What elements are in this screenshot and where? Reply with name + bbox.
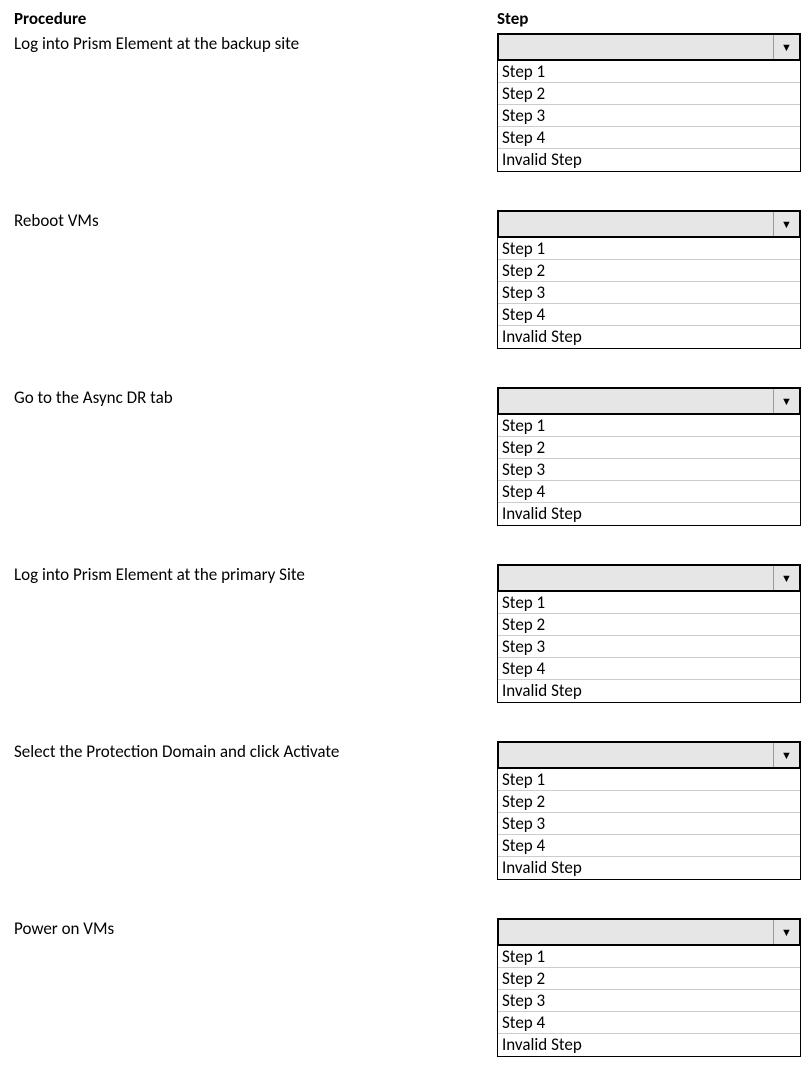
- dropdown-header[interactable]: ▼: [497, 210, 801, 238]
- dropdown-header[interactable]: ▼: [497, 741, 801, 769]
- dropdown-option[interactable]: Step 4: [498, 481, 800, 503]
- dropdown-option[interactable]: Step 2: [498, 260, 800, 282]
- dropdown-option[interactable]: Step 2: [498, 83, 800, 105]
- chevron-down-icon[interactable]: ▼: [773, 212, 799, 236]
- dropdown-option[interactable]: Step 2: [498, 968, 800, 990]
- dropdown-option[interactable]: Step 1: [498, 592, 800, 614]
- procedure-label: Log into Prism Element at the backup sit…: [14, 31, 497, 208]
- step-dropdown[interactable]: ▼Step 1Step 2Step 3Step 4Invalid Step: [497, 33, 801, 172]
- dropdown-header[interactable]: ▼: [497, 918, 801, 946]
- dropdown-selected-value: [499, 566, 773, 590]
- dropdown-option[interactable]: Step 4: [498, 658, 800, 680]
- procedure-label: Go to the Async DR tab: [14, 385, 497, 562]
- dropdown-option[interactable]: Invalid Step: [498, 149, 800, 171]
- dropdown-option-list: Step 1Step 2Step 3Step 4Invalid Step: [497, 946, 801, 1057]
- dropdown-option[interactable]: Step 3: [498, 636, 800, 658]
- procedure-label: Log into Prism Element at the primary Si…: [14, 562, 497, 739]
- dropdown-selected-value: [499, 389, 773, 413]
- dropdown-option-list: Step 1Step 2Step 3Step 4Invalid Step: [497, 238, 801, 349]
- step-cell: ▼Step 1Step 2Step 3Step 4Invalid Step: [497, 916, 801, 1065]
- dropdown-option[interactable]: Invalid Step: [498, 503, 800, 525]
- dropdown-selected-value: [499, 920, 773, 944]
- dropdown-option-list: Step 1Step 2Step 3Step 4Invalid Step: [497, 769, 801, 880]
- dropdown-option[interactable]: Invalid Step: [498, 857, 800, 879]
- dropdown-header[interactable]: ▼: [497, 387, 801, 415]
- step-dropdown[interactable]: ▼Step 1Step 2Step 3Step 4Invalid Step: [497, 387, 801, 526]
- dropdown-selected-value: [499, 212, 773, 236]
- dropdown-option[interactable]: Invalid Step: [498, 1034, 800, 1056]
- dropdown-option[interactable]: Invalid Step: [498, 326, 800, 348]
- procedure-label: Reboot VMs: [14, 208, 497, 385]
- procedure-label: Select the Protection Domain and click A…: [14, 739, 497, 916]
- step-cell: ▼Step 1Step 2Step 3Step 4Invalid Step: [497, 208, 801, 385]
- step-cell: ▼Step 1Step 2Step 3Step 4Invalid Step: [497, 562, 801, 739]
- step-cell: ▼Step 1Step 2Step 3Step 4Invalid Step: [497, 739, 801, 916]
- step-cell: ▼Step 1Step 2Step 3Step 4Invalid Step: [497, 31, 801, 208]
- chevron-down-icon[interactable]: ▼: [773, 389, 799, 413]
- dropdown-option[interactable]: Step 1: [498, 769, 800, 791]
- dropdown-option[interactable]: Step 1: [498, 946, 800, 968]
- step-dropdown[interactable]: ▼Step 1Step 2Step 3Step 4Invalid Step: [497, 210, 801, 349]
- dropdown-option-list: Step 1Step 2Step 3Step 4Invalid Step: [497, 415, 801, 526]
- step-dropdown[interactable]: ▼Step 1Step 2Step 3Step 4Invalid Step: [497, 918, 801, 1057]
- step-dropdown[interactable]: ▼Step 1Step 2Step 3Step 4Invalid Step: [497, 741, 801, 880]
- chevron-down-icon[interactable]: ▼: [773, 920, 799, 944]
- dropdown-option[interactable]: Invalid Step: [498, 680, 800, 702]
- dropdown-selected-value: [499, 35, 773, 59]
- dropdown-option[interactable]: Step 4: [498, 127, 800, 149]
- step-header: Step: [497, 8, 801, 31]
- dropdown-option[interactable]: Step 2: [498, 437, 800, 459]
- dropdown-option[interactable]: Step 3: [498, 813, 800, 835]
- dropdown-option[interactable]: Step 4: [498, 1012, 800, 1034]
- step-dropdown[interactable]: ▼Step 1Step 2Step 3Step 4Invalid Step: [497, 564, 801, 703]
- chevron-down-icon[interactable]: ▼: [773, 743, 799, 767]
- dropdown-option[interactable]: Step 3: [498, 459, 800, 481]
- procedure-label: Power on VMs: [14, 916, 497, 1065]
- dropdown-option[interactable]: Step 2: [498, 791, 800, 813]
- dropdown-header[interactable]: ▼: [497, 33, 801, 61]
- chevron-down-icon[interactable]: ▼: [773, 35, 799, 59]
- dropdown-option-list: Step 1Step 2Step 3Step 4Invalid Step: [497, 61, 801, 172]
- dropdown-option[interactable]: Step 3: [498, 282, 800, 304]
- dropdown-option[interactable]: Step 3: [498, 990, 800, 1012]
- dropdown-header[interactable]: ▼: [497, 564, 801, 592]
- dropdown-option[interactable]: Step 1: [498, 415, 800, 437]
- dropdown-option[interactable]: Step 1: [498, 61, 800, 83]
- dropdown-option[interactable]: Step 4: [498, 304, 800, 326]
- step-cell: ▼Step 1Step 2Step 3Step 4Invalid Step: [497, 385, 801, 562]
- procedure-header: Procedure: [14, 8, 497, 31]
- dropdown-option[interactable]: Step 4: [498, 835, 800, 857]
- dropdown-option[interactable]: Step 1: [498, 238, 800, 260]
- dropdown-option[interactable]: Step 2: [498, 614, 800, 636]
- dropdown-option[interactable]: Step 3: [498, 105, 800, 127]
- dropdown-selected-value: [499, 743, 773, 767]
- chevron-down-icon[interactable]: ▼: [773, 566, 799, 590]
- dropdown-option-list: Step 1Step 2Step 3Step 4Invalid Step: [497, 592, 801, 703]
